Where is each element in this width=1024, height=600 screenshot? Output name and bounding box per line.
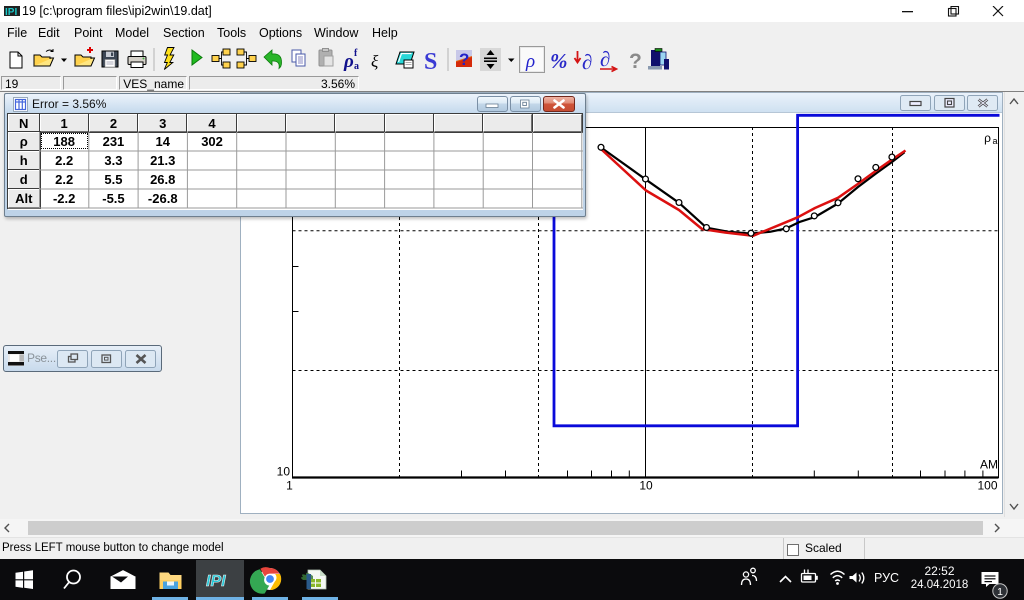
svg-text:IPI: IPI xyxy=(206,573,226,590)
svg-text:f: f xyxy=(354,48,358,59)
svg-text:100: 100 xyxy=(977,479,997,493)
svg-text:ρ: ρ xyxy=(343,51,354,72)
svg-text:1: 1 xyxy=(286,479,293,493)
svg-text:10: 10 xyxy=(639,479,653,493)
svg-text:S: S xyxy=(424,49,437,75)
svg-text:?: ? xyxy=(459,50,469,69)
svg-text:IPI: IPI xyxy=(5,7,17,18)
svg-text:a: a xyxy=(354,61,359,72)
svg-text:10: 10 xyxy=(277,465,291,479)
svg-text:∂: ∂ xyxy=(600,47,610,71)
svg-text:?: ? xyxy=(629,50,642,73)
svg-text:a: a xyxy=(992,136,997,146)
svg-text:ρ: ρ xyxy=(984,131,991,145)
svg-text:ρ: ρ xyxy=(525,51,535,72)
svg-text:1: 1 xyxy=(997,586,1003,598)
svg-text:%: % xyxy=(550,49,568,73)
svg-text:ξ: ξ xyxy=(371,52,379,71)
svg-text:AM: AM xyxy=(980,458,998,472)
svg-text:∂: ∂ xyxy=(582,50,592,74)
